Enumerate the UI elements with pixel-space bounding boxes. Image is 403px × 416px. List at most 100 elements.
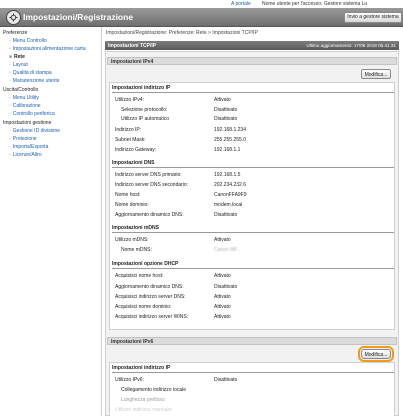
prefix-length-label: Lunghezza prefisso: — [121, 397, 166, 403]
sidebar-item-division-id[interactable]: ▫ Gestione ID divisione — [9, 128, 60, 134]
sidebar-item-paper-feed[interactable]: ▫ Impostazioni alimentazione carta — [9, 46, 86, 52]
domain-name-label: Nome dominio: — [115, 202, 149, 208]
divider — [112, 372, 394, 373]
divider — [112, 92, 394, 93]
send-to-admin-button[interactable]: Invio a gestore sistema — [344, 12, 402, 23]
sidebar-item-label: Gestione ID divisione — [12, 128, 61, 134]
gateway-value: 192.168.1.1 — [214, 147, 241, 153]
host-name-value: CanonFFA9F9 — [214, 192, 247, 198]
sidebar-item-label: Calibrazione — [12, 103, 41, 109]
app-title: Impostazioni/Registrazione — [23, 12, 134, 22]
user-info: Nome utente per l'accesso: Gestore siste… — [262, 1, 368, 7]
subnet-mask-value: 255.255.255.0 — [214, 137, 246, 143]
top-bar: A portale Nome utente per l'accesso: Ges… — [0, 0, 403, 8]
sidebar-section-output: Uscita/Controllo — [3, 87, 39, 93]
dynamic-dns-label: Aggiornamento dinamico DNS: — [115, 212, 184, 218]
bullet-icon: ▫ — [9, 136, 11, 142]
protocol-select-label: Selezione protocollo: — [121, 107, 168, 113]
app-header: Impostazioni/Registrazione Invio a gesto… — [0, 8, 403, 27]
divider — [112, 268, 394, 269]
ip-address-label: Indirizzo IP: — [115, 127, 142, 133]
page-title-bar: Impostazioni TCP/IP Ultimo aggiornamento… — [105, 41, 399, 50]
domain-name-value: modem.local — [214, 202, 243, 208]
mdns-section-title: Impostazioni mDNS — [112, 225, 159, 231]
bullet-icon: ▫ — [9, 46, 11, 52]
ipv6-panel-header: Impostazioni IPv6 — [107, 337, 397, 345]
ipv6-ip-section-title: Impostazioni indirizzo IP — [112, 365, 171, 371]
subnet-mask-label: Subnet Mask: — [115, 137, 146, 143]
sidebar-item-menu-utility[interactable]: ▫ Menu Utility — [9, 95, 39, 101]
sidebar — [0, 27, 102, 416]
dhcp-domain-label: Acquisisci nome dominio: — [115, 304, 172, 310]
last-update: Ultimo aggiornamento: 17/06 2019 05.41.3… — [306, 43, 396, 48]
ipv6-panel-title: Impostazioni IPv6 — [111, 339, 154, 345]
sidebar-item-maintenance[interactable]: ▫ Manutenzione utente — [9, 78, 59, 84]
portal-link[interactable]: A portale — [231, 1, 251, 7]
dhcp-dynamic-dns-label: Aggiornamento dinamico DNS: — [115, 284, 184, 290]
sidebar-item-label: Manutenzione utente — [12, 78, 60, 84]
manual-address-label: Utilizzo indirizzo manuale: — [115, 407, 173, 413]
bullet-icon: ▫ — [9, 78, 11, 84]
link-local-label: Collegamento indirizzo locale — [121, 387, 187, 393]
ipv4-panel-header: Impostazioni IPv4 — [107, 57, 397, 65]
dns-secondary-value: 202.234.232.6 — [214, 182, 246, 188]
sidebar-item-network[interactable]: ■ Rete — [9, 54, 25, 60]
divider — [112, 167, 394, 168]
bullet-icon: ■ — [9, 54, 13, 60]
sidebar-item-label: Menu Utility — [12, 95, 39, 101]
dhcp-dynamic-dns-value: Disattivato — [214, 284, 238, 290]
dynamic-dns-value: Disattivato — [214, 212, 238, 218]
sidebar-item-label: Protezione — [12, 136, 37, 142]
dns-section-title: Impostazioni DNS — [112, 160, 155, 166]
ipv4-use-value: Attivato — [214, 97, 231, 103]
breadcrumb: Impostazioni/Registrazione: Preferenze: … — [106, 30, 258, 36]
bullet-icon: ▫ — [9, 103, 11, 109]
bullet-icon: ▫ — [9, 62, 11, 68]
bullet-icon: ▫ — [9, 152, 11, 158]
dhcp-wins-value: Attivato — [214, 314, 231, 320]
sidebar-item-device-control[interactable]: ▫ Controllo periferica — [9, 111, 55, 117]
bullet-icon: ▫ — [9, 38, 11, 44]
ipv6-use-label: Utilizzo IPv6: — [115, 377, 144, 383]
dhcp-dns-server-value: Attivato — [214, 294, 231, 300]
ipv4-edit-button[interactable]: Modifica... — [361, 69, 391, 79]
bullet-icon: ▫ — [9, 95, 11, 101]
sidebar-item-layout[interactable]: ▫ Layout — [9, 62, 28, 68]
mdns-name-value: Canon MF... — [214, 247, 241, 253]
sidebar-item-label: Importa/Esporta — [12, 144, 49, 150]
dhcp-domain-value: Attivato — [214, 304, 231, 310]
ipv6-edit-button[interactable]: Modifica... — [358, 346, 394, 362]
dhcp-hostname-value: Attivato — [214, 273, 231, 279]
auto-ip-value: Disattivato — [214, 116, 238, 122]
mdns-use-value: Attivato — [214, 237, 231, 243]
dns-primary-label: Indirizzo server DNS primario: — [115, 172, 182, 178]
sidebar-item-menu-controllo[interactable]: ▫ Menu Controllo — [9, 38, 47, 44]
gateway-label: Indirizzo Gateway: — [115, 147, 157, 153]
ipv4-panel-title: Impostazioni IPv4 — [111, 59, 154, 65]
sidebar-item-licenses[interactable]: ▫ Licenze/Altro — [9, 152, 42, 158]
sidebar-item-calibration[interactable]: ▫ Calibrazione — [9, 103, 41, 109]
ip-address-value: 192.168.1.234 — [214, 127, 246, 133]
page-title: Impostazioni TCP/IP — [108, 43, 157, 49]
dhcp-section-title: Impostazioni opzione DHCP — [112, 261, 179, 267]
mdns-use-label: Utilizzo mDNS: — [115, 237, 149, 243]
bullet-icon: ▫ — [9, 111, 11, 117]
auto-ip-label: Utilizzo IP automatico — [121, 116, 169, 122]
sidebar-item-label: Qualità di stampa — [12, 70, 52, 76]
sidebar-item-security[interactable]: ▫ Protezione — [9, 136, 37, 142]
sidebar-item-label: Layout — [12, 62, 28, 68]
dns-primary-value: 192.168.1.5 — [214, 172, 241, 178]
dhcp-hostname-label: Acquisisci nome host: — [115, 273, 164, 279]
sidebar-item-print-quality[interactable]: ▫ Qualità di stampa — [9, 70, 52, 76]
bullet-icon: ▫ — [9, 144, 11, 150]
sidebar-item-label: Rete — [14, 54, 25, 60]
bullet-icon: ▫ — [9, 128, 11, 134]
sidebar-item-label: Controllo periferica — [12, 111, 55, 117]
ipv4-use-label: Utilizzo IPv4: — [115, 97, 144, 103]
sidebar-section-management: Impostazioni gestione — [3, 120, 52, 126]
mdns-name-label: Nome mDNS: — [121, 247, 152, 253]
divider — [112, 232, 394, 233]
dhcp-wins-label: Acquisisci indirizzo server WINS: — [115, 314, 189, 320]
sidebar-item-import-export[interactable]: ▫ Importa/Esporta — [9, 144, 48, 150]
host-name-label: Nome host: — [115, 192, 141, 198]
